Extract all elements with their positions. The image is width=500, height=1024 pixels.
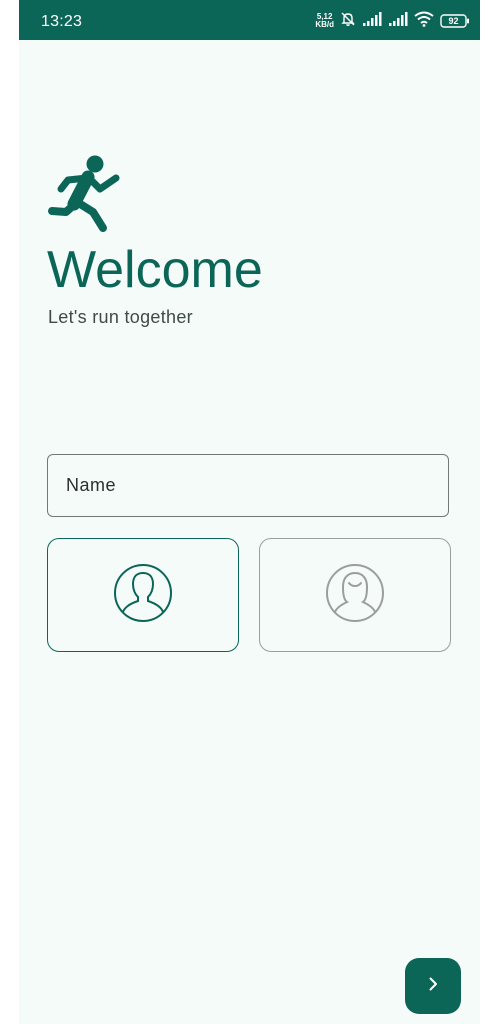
battery-icon: 92 — [440, 14, 470, 28]
signal-icon — [362, 11, 382, 31]
next-button[interactable] — [405, 958, 461, 1014]
welcome-title: Welcome — [47, 241, 263, 299]
mute-bell-icon — [340, 11, 356, 32]
wifi-icon — [414, 11, 434, 32]
network-speed: 5,12 KB/d — [315, 13, 334, 29]
network-speed-unit: KB/d — [315, 20, 334, 29]
chevron-right-icon — [425, 976, 441, 997]
signal-icon — [388, 11, 408, 31]
welcome-subtitle: Let's run together — [48, 307, 193, 327]
status-icons: 5,12 KB/d 92 — [315, 11, 470, 31]
app-screen: 13:23 5,12 KB/d 92 Welcome Let's run tog… — [19, 0, 480, 1024]
male-avatar-icon — [113, 563, 173, 628]
battery-level: 92 — [448, 16, 459, 26]
female-option-card[interactable] — [259, 538, 451, 652]
status-bar: 13:23 5,12 KB/d 92 — [19, 0, 480, 40]
running-person-icon — [48, 154, 122, 234]
male-option-card[interactable] — [47, 538, 239, 652]
status-time: 13:23 — [41, 13, 83, 30]
name-input[interactable] — [47, 454, 449, 517]
female-avatar-icon — [325, 563, 385, 628]
